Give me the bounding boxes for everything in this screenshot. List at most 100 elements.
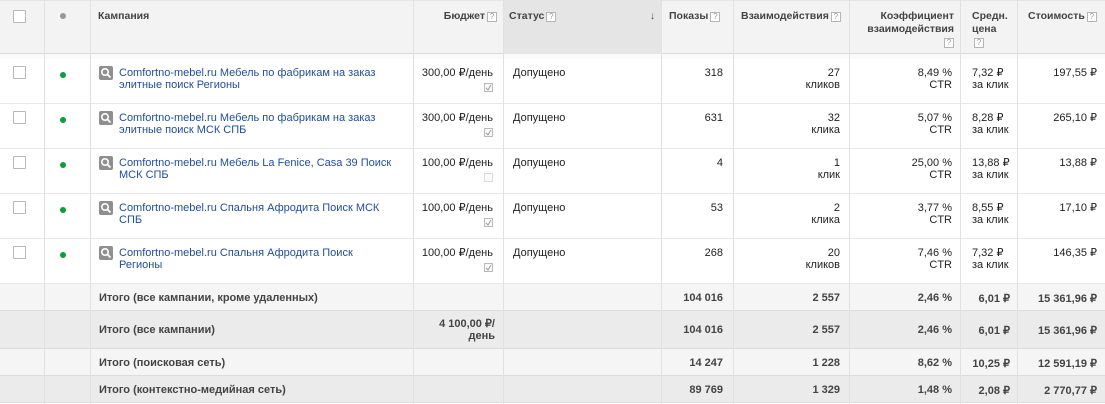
campaign-name-line2: МСК СПБ [119, 169, 169, 181]
total-cost: 2 770,77 ₽ [1044, 385, 1097, 397]
campaign-name-link[interactable]: Comfortno-mebel.ru Мебель по фабрикам на… [119, 112, 404, 136]
campaign-name-line2: СПБ [119, 214, 143, 226]
status-dot-icon[interactable] [60, 72, 66, 78]
column-header-interactions[interactable]: Взаимодействия? [735, 1, 849, 55]
table-row: Comfortno-mebel.ru Мебель по фабрикам на… [0, 104, 1105, 149]
campaign-name-link[interactable]: Comfortno-mebel.ru Мебель по фабрикам на… [119, 67, 404, 91]
avg-unit: за клик [972, 79, 1009, 91]
column-header-campaign[interactable]: Кампания [92, 1, 412, 55]
help-icon[interactable]: ? [974, 38, 984, 48]
status-dot-icon[interactable] [60, 207, 66, 213]
cost-value: 265,10 ₽ [1053, 112, 1097, 124]
edit-budget-icon[interactable] [484, 263, 493, 272]
rate-unit: CTR [929, 79, 952, 91]
total-impressions: 89 769 [689, 384, 723, 396]
column-header-impressions-label: Показы [669, 10, 709, 22]
avg-value: 8,55 ₽ [972, 202, 1004, 214]
search-campaign-icon [99, 156, 113, 170]
total-label: Итого (поисковая сеть) [99, 357, 226, 369]
budget-value: 100,00 ₽/день [421, 202, 493, 214]
interaction-rate-value: 8,49 % CTR [850, 67, 952, 91]
status-dot-icon[interactable] [60, 117, 66, 123]
campaign-name-line1: Comfortno-mebel.ru Спальня Афродита Поис… [119, 202, 380, 214]
interactions-value: 1 клик [735, 157, 840, 181]
impressions-value: 268 [704, 247, 723, 259]
row-checkbox[interactable] [13, 246, 26, 259]
column-header-status[interactable]: Статус? ↓ [503, 1, 661, 55]
total-cost: 12 591,19 ₽ [1038, 358, 1097, 370]
total-label: Итого (все кампании) [99, 324, 215, 336]
column-header-impressions[interactable]: Показы? [663, 1, 733, 55]
rate-value: 3,77 % [917, 202, 952, 214]
total-budget: 4 100,00 ₽/день [413, 318, 495, 342]
avg-cost-value: 7,32 ₽ за клик [972, 247, 1009, 271]
status-dot-icon[interactable] [60, 252, 66, 258]
cost-value: 197,55 ₽ [1053, 67, 1097, 79]
campaign-name-line1: Comfortno-mebel.ru Мебель по фабрикам на… [119, 67, 376, 79]
campaign-name-link[interactable]: Comfortno-mebel.ru Спальня Афродита Поис… [119, 202, 404, 226]
status-value: Допущено [513, 112, 566, 124]
campaign-name-link[interactable]: Comfortno-mebel.ru Мебель La Fenice, Cas… [119, 157, 404, 181]
help-icon[interactable]: ? [944, 38, 954, 48]
column-header-interaction-rate[interactable]: Коэффициент взаимодействия ? [850, 1, 960, 55]
column-header-budget-label: Бюджет [443, 10, 485, 22]
row-checkbox[interactable] [13, 201, 26, 214]
help-icon[interactable]: ? [487, 12, 497, 22]
help-icon[interactable]: ? [546, 12, 557, 22]
campaign-name-line1: Comfortno-mebel.ru Мебель по фабрикам на… [119, 112, 376, 124]
row-checkbox[interactable] [13, 111, 26, 124]
interactions-unit: клика [811, 214, 840, 226]
column-header-avg-line2: цена [972, 23, 997, 35]
total-row-excluding-removed: Итого (все кампании, кроме удаленных) 10… [0, 284, 1105, 311]
table-row: Comfortno-mebel.ru Мебель по фабрикам на… [0, 59, 1105, 104]
total-rate: 8,62 % [917, 357, 952, 369]
campaign-name-link[interactable]: Comfortno-mebel.ru Спальня Афродита Поис… [119, 247, 404, 271]
edit-budget-icon[interactable] [484, 173, 493, 182]
total-impressions: 104 016 [683, 292, 723, 304]
interactions-unit: кликов [805, 79, 840, 91]
impressions-value: 631 [704, 112, 723, 124]
total-label: Итого (все кампании, кроме удаленных) [99, 292, 318, 304]
help-icon[interactable]: ? [710, 12, 721, 22]
interactions-value: 27 кликов [735, 67, 840, 91]
row-checkbox[interactable] [13, 66, 26, 79]
total-avg-cost: 6,01 ₽ [978, 293, 1010, 305]
search-campaign-icon [99, 66, 113, 80]
edit-budget-icon[interactable] [484, 128, 493, 137]
avg-unit: за клик [972, 169, 1009, 181]
column-divider [1017, 0, 1018, 404]
campaign-name-line2: элитные поиск Регионы [119, 79, 240, 91]
edit-budget-icon[interactable] [484, 83, 493, 92]
column-header-rate-line1: Коэффициент [880, 10, 954, 22]
cost-value: 146,35 ₽ [1053, 247, 1097, 259]
help-icon[interactable]: ? [830, 12, 841, 22]
table-row: Comfortno-mebel.ru Мебель La Fenice, Cas… [0, 149, 1105, 194]
impressions-value: 53 [710, 202, 723, 214]
help-icon[interactable]: ? [1086, 12, 1097, 22]
row-checkbox[interactable] [13, 156, 26, 169]
column-header-avg-cost[interactable]: Средн. цена ? [966, 1, 1018, 55]
table-row: Comfortno-mebel.ru Спальня Афродита Поис… [0, 194, 1105, 239]
budget-value: 300,00 ₽/день [421, 112, 493, 124]
rate-value: 7,46 % [917, 247, 952, 259]
total-row-search-network: Итого (поисковая сеть) 14 247 1 228 8,62… [0, 349, 1105, 376]
select-all-checkbox[interactable] [13, 10, 26, 23]
total-impressions: 14 247 [689, 357, 723, 369]
column-header-cost-label: Стоимость [1028, 10, 1085, 22]
status-value: Допущено [513, 157, 566, 169]
edit-budget-icon[interactable] [484, 218, 493, 227]
column-header-budget[interactable]: Бюджет? [413, 1, 503, 55]
rate-unit: CTR [929, 259, 952, 271]
budget-value: 100,00 ₽/день [421, 247, 493, 259]
column-header-cost[interactable]: Стоимость? [1022, 1, 1105, 55]
total-row-all-campaigns: Итого (все кампании) 4 100,00 ₽/день 104… [0, 311, 1105, 349]
rate-value: 5,07 % [917, 112, 952, 124]
interactions-count: 2 [833, 202, 840, 214]
total-interactions: 2 557 [812, 292, 840, 304]
total-impressions: 104 016 [683, 324, 723, 336]
status-dot-icon[interactable] [60, 162, 66, 168]
interactions-count: 32 [827, 112, 840, 124]
campaign-name-line1: Comfortno-mebel.ru Мебель La Fenice, Cas… [119, 157, 392, 169]
column-divider [90, 0, 91, 404]
avg-value: 8,28 ₽ [972, 112, 1004, 124]
